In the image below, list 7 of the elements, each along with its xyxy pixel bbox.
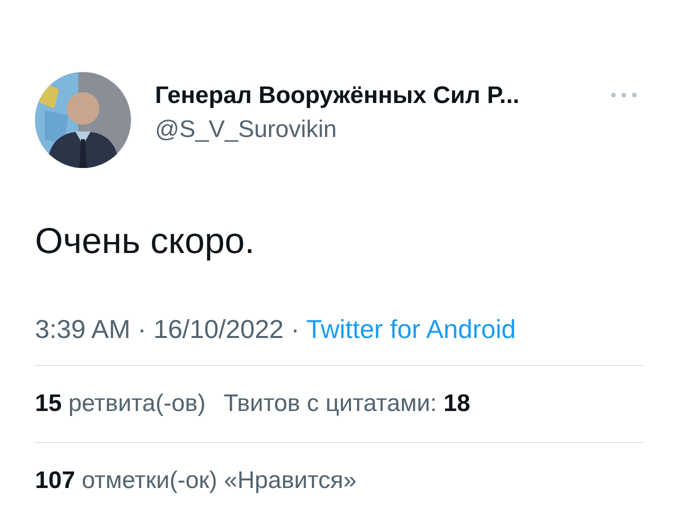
stat-count[interactable]: 107 отметки(-ок) «Нравится» xyxy=(35,467,357,495)
author-name: Генерал Вооружённых Сил Р... xyxy=(155,82,520,110)
stat-count[interactable]: 15 ретвита(-ов) xyxy=(35,390,206,418)
timestamp: 3:39 AM · 16/10/2022 · xyxy=(35,314,301,344)
stat-count[interactable]: Твитов с цитатами: 18 xyxy=(224,390,470,418)
user-handle[interactable]: @S_V_Surovikin xyxy=(155,116,609,144)
tweet-text: Очень скоро. xyxy=(35,220,256,262)
